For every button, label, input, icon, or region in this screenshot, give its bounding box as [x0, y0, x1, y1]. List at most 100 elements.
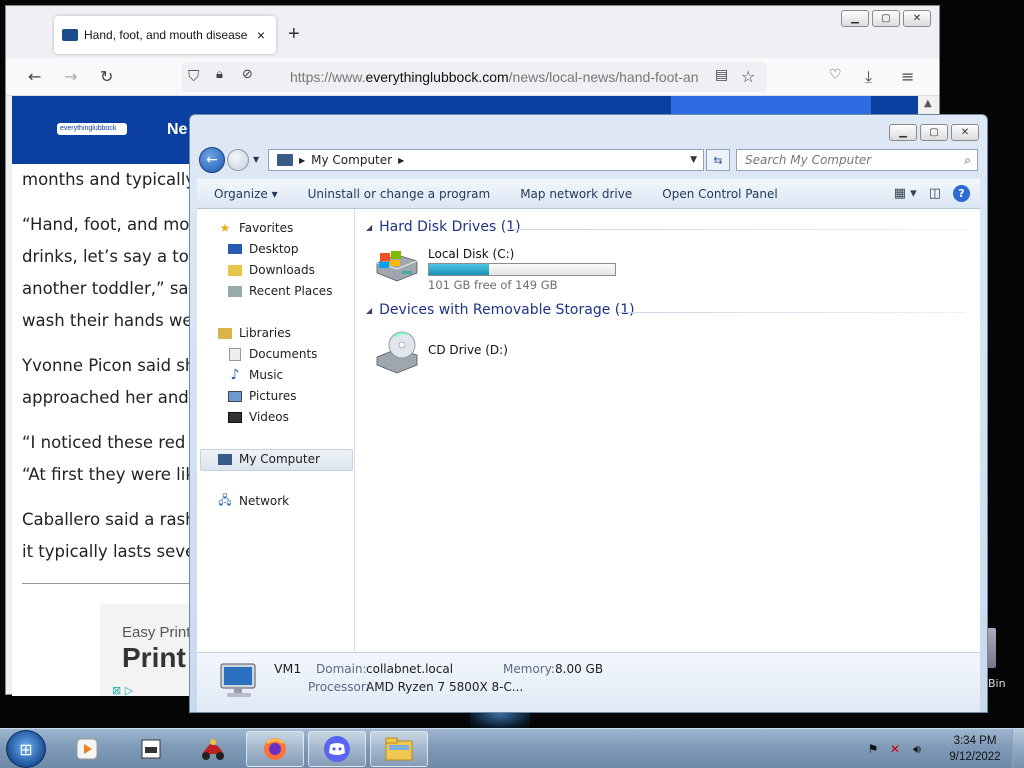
nav-recent-places[interactable]: Recent Places [227, 284, 332, 298]
preview-pane-icon[interactable]: ◫ [929, 186, 941, 201]
nav-label: Documents [249, 347, 318, 361]
computer-icon [277, 154, 293, 166]
system-clock[interactable]: 3:34 PM 9/12/2022 [940, 733, 1010, 765]
organize-button[interactable]: Organize ▾ [197, 187, 293, 201]
media-player-icon [76, 738, 98, 760]
group-title: Hard Disk Drives (1) [379, 219, 521, 235]
action-center-icon[interactable]: ⚑ [865, 741, 881, 757]
ad-line-2: Print [122, 642, 186, 673]
history-dropdown-icon[interactable]: ▼ [253, 155, 259, 164]
taskbar-explorer[interactable] [370, 731, 428, 767]
forward-button[interactable] [227, 149, 249, 171]
search-icon[interactable]: ⌕ [964, 153, 971, 168]
taskbar-firefox[interactable] [246, 731, 304, 767]
search-placeholder: Search My Computer [745, 153, 872, 167]
nav-my-computer[interactable]: My Computer [217, 452, 320, 466]
start-button[interactable]: ⊞ [6, 730, 46, 768]
drive-cd-d[interactable]: CD Drive (D:) [374, 329, 554, 377]
firefox-tab-bar: Hand, foot, and mouth disease × + ▁ ▢ ✕ [6, 6, 939, 58]
minimize-button[interactable]: ▁ [841, 10, 869, 27]
open-control-panel-button[interactable]: Open Control Panel [647, 187, 792, 201]
nav-pictures[interactable]: Pictures [227, 389, 297, 403]
group-divider [506, 229, 966, 230]
nav-label: Recent Places [249, 284, 333, 298]
nav-desktop[interactable]: Desktop [227, 242, 299, 256]
recent-places-icon [227, 284, 243, 298]
processor-label: Processor: [308, 680, 370, 694]
change-view-icon[interactable]: ▦ ▾ [894, 186, 917, 201]
pocket-icon[interactable]: ♡ [829, 67, 842, 83]
clock-time: 3:34 PM [953, 735, 997, 747]
drive-local-disk-c[interactable]: Local Disk (C:) 101 GB free of 149 GB [374, 247, 616, 297]
download-icon[interactable]: ⤓ [865, 67, 872, 87]
new-tab-button[interactable]: + [288, 23, 300, 46]
forward-arrow-icon[interactable]: → [64, 67, 77, 86]
advertisement[interactable]: Easy Print Print [100, 604, 200, 696]
discord-icon [324, 736, 350, 762]
navigation-pane: ★ Favorites Desktop Downloads Recent Plac… [197, 209, 355, 652]
nav-label: Downloads [249, 263, 315, 277]
favicon-icon [62, 29, 78, 41]
minimize-button[interactable]: ▁ [889, 124, 917, 141]
permissions-icon[interactable]: ⊘ [242, 67, 253, 82]
drive-c-free-space: 101 GB free of 149 GB [428, 278, 558, 292]
back-button[interactable]: ← [199, 147, 225, 173]
nav-label: Libraries [239, 326, 291, 340]
taskbar-discord[interactable] [308, 731, 366, 767]
scroll-up-icon[interactable]: ▲ [924, 98, 932, 109]
network-disconnected-icon[interactable]: ✕ [887, 741, 903, 757]
maximize-button[interactable]: ▢ [920, 124, 948, 141]
nav-favorites[interactable]: ★ Favorites [217, 221, 294, 235]
drive-c-usage-fill [429, 264, 489, 275]
site-nav-item[interactable]: Ne [167, 121, 187, 139]
lock-icon[interactable]: 🔒︎ [216, 67, 223, 82]
group-header-hard-disk[interactable]: ◢ Hard Disk Drives (1) [366, 219, 521, 235]
back-arrow-icon[interactable]: ← [28, 67, 41, 86]
recycle-bin-label[interactable]: Bin [988, 677, 1006, 690]
refresh-button[interactable]: ⇆ [706, 149, 730, 171]
nav-music[interactable]: ♪ Music [227, 367, 284, 383]
address-dropdown-icon[interactable]: ▼ [690, 155, 697, 165]
help-icon[interactable]: ? [953, 185, 970, 202]
map-network-drive-button[interactable]: Map network drive [505, 187, 647, 201]
search-input[interactable]: Search My Computer ⌕ [736, 149, 978, 171]
taskbar-media-player[interactable] [58, 731, 116, 767]
volume-icon[interactable]: 🔊︎ [909, 741, 925, 757]
shield-icon[interactable]: ⛉ [188, 67, 199, 85]
article-para-4: “I noticed these red bu “At first they we… [22, 433, 212, 484]
hard-drive-icon [376, 251, 418, 282]
taskbar-app-window[interactable] [122, 731, 180, 767]
breadcrumb-arrow-icon[interactable]: ▶ [299, 156, 305, 165]
show-desktop-button[interactable] [1012, 729, 1024, 768]
nav-libraries[interactable]: Libraries [217, 326, 291, 340]
group-header-removable[interactable]: ◢ Devices with Removable Storage (1) [366, 302, 635, 318]
nav-videos[interactable]: Videos [227, 410, 289, 424]
reader-view-icon[interactable]: ▤ [715, 67, 728, 83]
collapse-icon[interactable]: ◢ [366, 223, 372, 232]
firefox-tab[interactable]: Hand, foot, and mouth disease × [54, 16, 276, 54]
collapse-icon[interactable]: ◢ [366, 306, 372, 315]
address-bar[interactable]: ▶ My Computer ▶ ▼ [268, 149, 704, 171]
nav-network[interactable]: 🖧︎ Network [217, 493, 289, 509]
tab-close-icon[interactable]: × [254, 27, 268, 43]
breadcrumb-arrow-icon[interactable]: ▶ [398, 156, 404, 165]
menu-icon[interactable]: ≡ [901, 67, 914, 86]
uninstall-program-button[interactable]: Uninstall or change a program [293, 187, 506, 201]
site-logo[interactable]: everythinglubbock [57, 123, 127, 135]
taskbar-game[interactable] [184, 731, 242, 767]
computer-icon [217, 452, 233, 466]
nav-label: My Computer [239, 452, 320, 466]
url-bar[interactable]: https://www. everythinglubbock.com/news/l… [182, 62, 767, 92]
close-button[interactable]: ✕ [903, 10, 931, 27]
maximize-button[interactable]: ▢ [872, 10, 900, 27]
nav-documents[interactable]: Documents [227, 347, 317, 361]
reload-icon[interactable]: ↻ [100, 67, 113, 86]
nav-label: Pictures [249, 389, 297, 403]
memory-value: 8.00 GB [555, 662, 604, 676]
nav-downloads[interactable]: Downloads [227, 263, 315, 277]
close-button[interactable]: ✕ [951, 124, 979, 141]
ad-choices-icon[interactable]: ⊠ ▷ [112, 684, 133, 696]
memory-label: Memory: [503, 662, 555, 676]
breadcrumb-my-computer[interactable]: My Computer [311, 153, 392, 167]
bookmark-star-icon[interactable]: ☆ [741, 67, 755, 86]
